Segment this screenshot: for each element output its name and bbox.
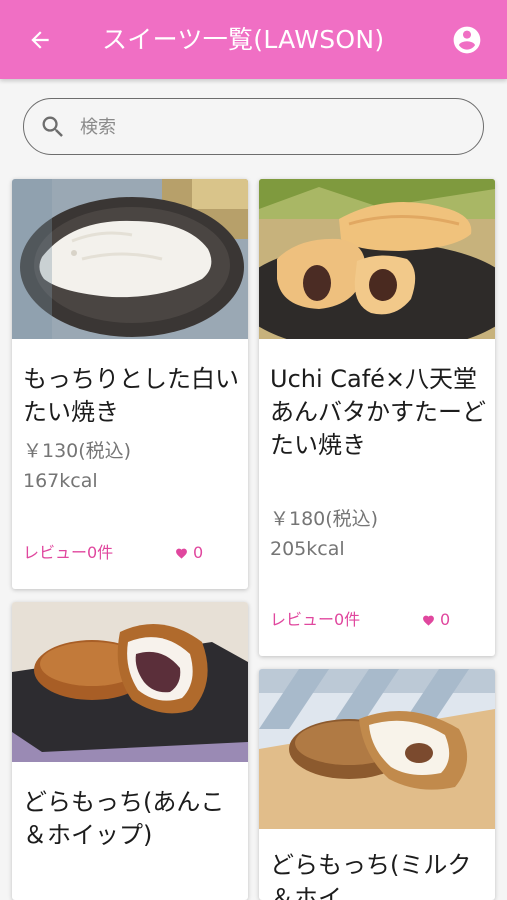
heart-icon <box>423 615 434 626</box>
search-icon <box>42 116 63 137</box>
product-price: ￥180(税込) <box>270 508 379 530</box>
product-card[interactable]: Uchi Café×八天堂 あんバタかすたーどたい焼き ￥180(税込) 205… <box>259 179 495 656</box>
like-count: 0 <box>193 543 204 562</box>
heart-icon <box>176 548 187 559</box>
account-button[interactable] <box>451 24 483 56</box>
product-card[interactable]: どらもっち(ミルク＆ホイ <box>259 669 495 900</box>
product-name: もっちりとした白いたい焼き <box>23 365 239 426</box>
product-price: ￥130(税込) <box>23 440 132 462</box>
page-title: スイーツ一覧(LAWSON) <box>102 25 385 54</box>
back-button[interactable] <box>24 24 56 56</box>
product-name: Uchi Café×八天堂 あんバタかすたーどたい焼き <box>270 365 495 459</box>
app-bar: スイーツ一覧(LAWSON) <box>0 0 507 79</box>
product-image <box>12 179 248 339</box>
like-button[interactable]: 0 <box>422 609 450 631</box>
search-input[interactable] <box>80 109 460 145</box>
product-card[interactable]: どらもっち(あんこ＆ホイップ) <box>12 602 248 900</box>
account-circle-icon <box>453 26 481 54</box>
product-kcal: 205kcal <box>270 538 345 560</box>
product-name: どらもっち(あんこ＆ホイップ) <box>23 788 225 849</box>
arrow-back-icon <box>31 31 49 49</box>
review-count-link[interactable]: レビュー0件 <box>23 542 113 564</box>
like-button[interactable]: 0 <box>175 542 203 564</box>
product-image <box>12 602 248 762</box>
product-image <box>259 669 495 829</box>
product-image <box>259 179 495 339</box>
review-count-link[interactable]: レビュー0件 <box>270 609 360 631</box>
search-bar[interactable] <box>23 98 484 155</box>
product-kcal: 167kcal <box>23 470 98 492</box>
product-card[interactable]: もっちりとした白いたい焼き ￥130(税込) 167kcal レビュー0件 0 <box>12 179 248 589</box>
product-name: どらもっち(ミルク＆ホイ <box>270 851 472 900</box>
like-count: 0 <box>440 610 451 629</box>
